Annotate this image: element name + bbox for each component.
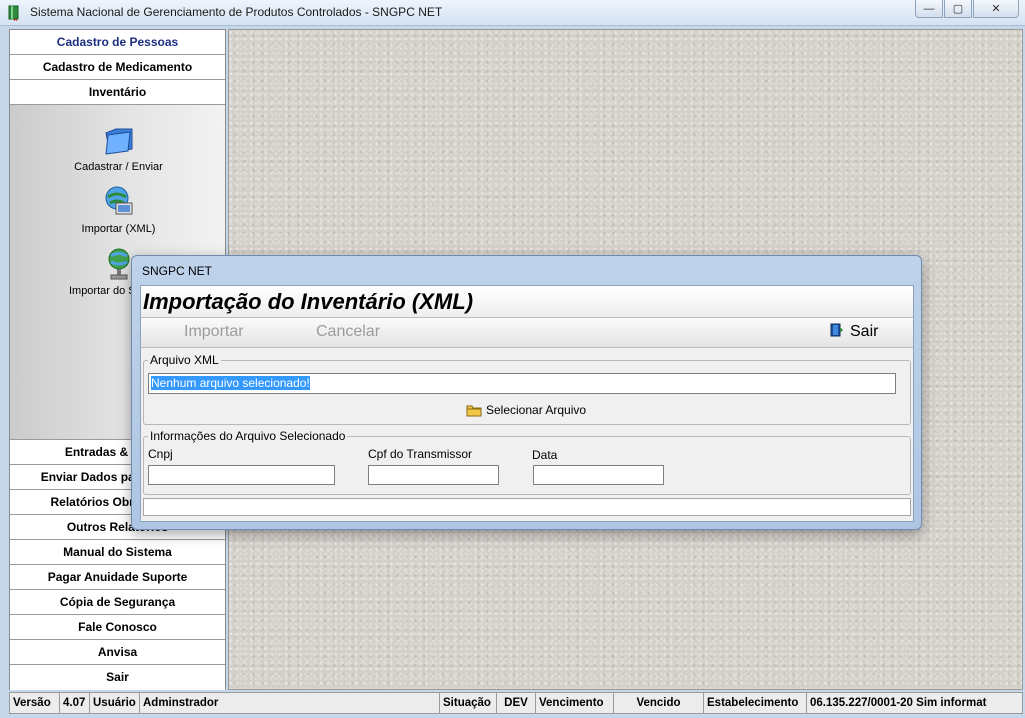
main-title-bar: Sistema Nacional de Gerenciamento de Pro…	[0, 0, 1025, 26]
nav-fale-conosco[interactable]: Fale Conosco	[10, 615, 225, 640]
select-file-label: Selecionar Arquivo	[486, 403, 587, 417]
door-exit-icon	[830, 323, 843, 337]
dialog-client: Importação do Inventário (XML) Importar …	[140, 285, 914, 522]
tool-cadastrar-enviar[interactable]: Cadastrar / Enviar	[10, 123, 227, 173]
status-estabelecimento-label: Estabelecimento	[704, 693, 807, 713]
dialog-heading: Importação do Inventário (XML)	[141, 286, 913, 318]
file-info-legend: Informações do Arquivo Selecionado	[150, 429, 346, 443]
status-vencimento-value: Vencido	[614, 693, 704, 713]
date-field[interactable]	[533, 465, 664, 485]
date-label: Data	[532, 448, 558, 462]
tool-cadastrar-enviar-label: Cadastrar / Enviar	[74, 161, 163, 173]
select-file-button[interactable]: Selecionar Arquivo	[466, 403, 586, 417]
xml-file-group: Arquivo XML Nenhum arquivo selecionado! …	[143, 353, 911, 425]
status-usuario-value: Adminstrador	[140, 693, 440, 713]
folder-icon	[466, 405, 482, 417]
maximize-button[interactable]: ▢	[944, 0, 972, 18]
status-estabelecimento-value: 06.135.227/0001-20 Sim informat	[810, 697, 987, 709]
nav-pagar-anuidade[interactable]: Pagar Anuidade Suporte	[10, 565, 225, 590]
minimize-icon: —	[923, 2, 935, 15]
status-versao-label: Versão	[10, 693, 60, 713]
tool-importar-xml[interactable]: Importar (XML)	[10, 185, 227, 235]
nav-sair[interactable]: Sair	[10, 665, 225, 690]
exit-button[interactable]: Sair	[830, 323, 878, 341]
cnpj-field[interactable]	[148, 465, 335, 485]
close-button[interactable]: ✕	[973, 0, 1019, 18]
status-vencimento-label: Vencimento	[536, 693, 614, 713]
app-book-icon	[8, 5, 19, 21]
status-situacao-value: DEV	[497, 693, 536, 713]
dialog-heading-text: Importação do Inventário (XML)	[143, 289, 474, 314]
dialog-status-bar	[143, 498, 911, 516]
computer-globe-icon	[105, 186, 132, 215]
cpf-field[interactable]	[368, 465, 499, 485]
status-bar: Versão 4.07 Usuário Adminstrador Situaçã…	[9, 692, 1023, 714]
status-usuario-label: Usuário	[90, 693, 140, 713]
close-icon: ✕	[991, 3, 1001, 15]
dialog-title: SNGPC NET	[142, 264, 213, 278]
file-info-group: Informações do Arquivo Selecionado Cnpj …	[143, 429, 911, 495]
import-button[interactable]: Importar	[184, 323, 244, 341]
tool-importar-xml-label: Importar (XML)	[81, 223, 156, 235]
status-versao-value: 4.07	[60, 693, 90, 713]
import-dialog: SNGPC NET Importação do Inventário (XML)…	[131, 255, 922, 530]
window-title: Sistema Nacional de Gerenciamento de Pro…	[30, 5, 443, 19]
nav-inventario[interactable]: Inventário	[10, 80, 225, 105]
maximize-icon: ▢	[952, 3, 964, 15]
cancel-button[interactable]: Cancelar	[316, 323, 380, 341]
xml-file-field[interactable]: Nenhum arquivo selecionado!	[148, 373, 896, 394]
xml-file-value: Nenhum arquivo selecionado!	[151, 376, 310, 390]
xml-file-legend: Arquivo XML	[150, 353, 219, 367]
nav-copia-seguranca[interactable]: Cópia de Segurança	[10, 590, 225, 615]
exit-button-label: Sair	[850, 323, 879, 340]
nav-cadastro-medicamento[interactable]: Cadastro de Medicamento	[10, 55, 225, 80]
folder-open-icon	[104, 128, 132, 155]
status-situacao-label: Situação	[440, 693, 497, 713]
minimize-button[interactable]: —	[915, 0, 943, 18]
dialog-toolbar: Importar Cancelar Sair	[141, 318, 913, 348]
nav-anvisa[interactable]: Anvisa	[10, 640, 225, 665]
nav-cadastro-pessoas[interactable]: Cadastro de Pessoas	[10, 30, 225, 55]
cnpj-label: Cnpj	[148, 447, 173, 461]
nav-manual-sistema[interactable]: Manual do Sistema	[10, 540, 225, 565]
cpf-label: Cpf do Transmissor	[368, 447, 473, 461]
